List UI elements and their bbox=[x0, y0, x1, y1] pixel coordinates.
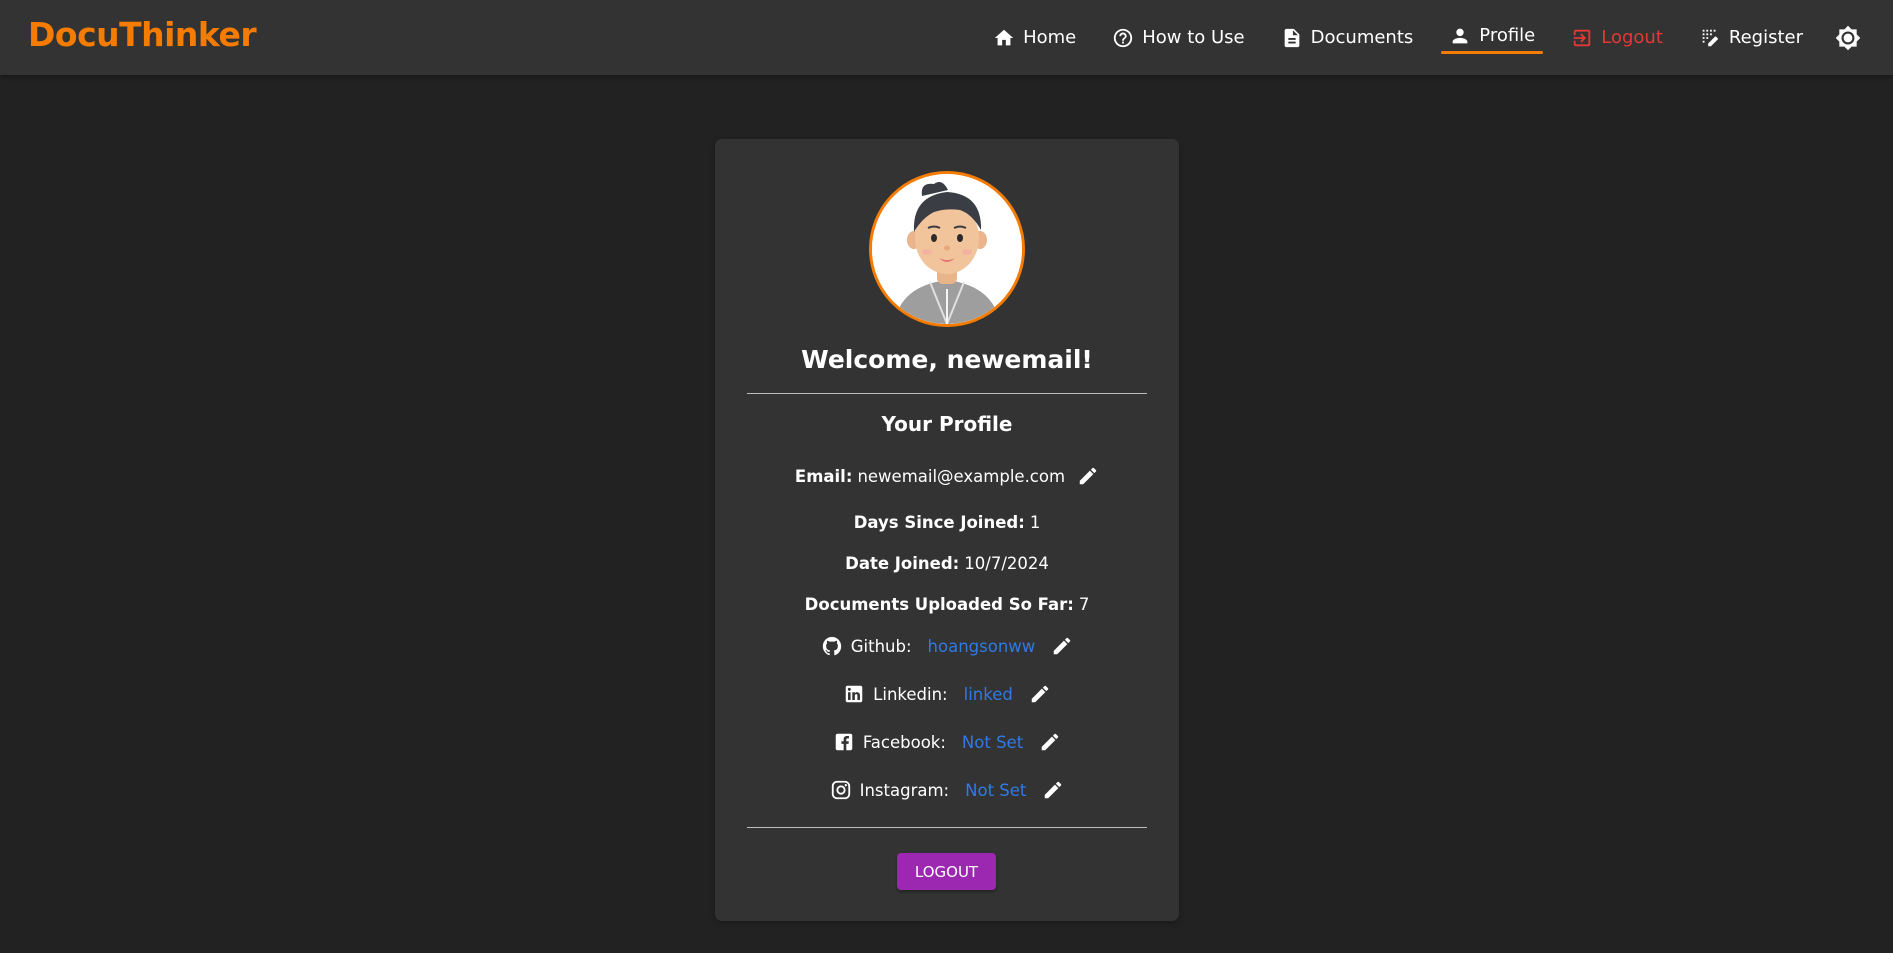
nav-logout-label: Logout bbox=[1601, 27, 1663, 48]
help-circle-icon bbox=[1112, 27, 1134, 49]
facebook-icon bbox=[833, 731, 855, 753]
register-icon bbox=[1699, 27, 1721, 49]
date-joined-row: Date Joined: 10/7/2024 bbox=[715, 554, 1179, 573]
avatar-illustration bbox=[872, 174, 1022, 324]
nav-documents[interactable]: Documents bbox=[1263, 0, 1432, 75]
nav-home[interactable]: Home bbox=[975, 0, 1094, 75]
email-row: Email: newemail@example.com bbox=[715, 465, 1179, 487]
days-since-joined-label: Days Since Joined: bbox=[853, 513, 1025, 532]
nav-profile-label: Profile bbox=[1479, 25, 1536, 46]
instagram-icon bbox=[830, 779, 852, 801]
nav-documents-label: Documents bbox=[1310, 27, 1414, 48]
divider-top bbox=[747, 393, 1147, 394]
person-icon bbox=[1449, 25, 1471, 47]
top-navigation-bar: DocuThinker Home How to Use Documents Pr… bbox=[0, 0, 1893, 75]
instagram-label: Instagram: bbox=[859, 780, 950, 800]
logout-icon bbox=[1571, 27, 1593, 49]
profile-section-title: Your Profile bbox=[881, 412, 1013, 436]
edit-instagram-pencil-icon[interactable] bbox=[1042, 779, 1064, 801]
divider-bottom bbox=[747, 827, 1147, 828]
linkedin-link[interactable]: linked bbox=[964, 685, 1013, 704]
github-row: Github: hoangsonww bbox=[715, 635, 1179, 657]
home-icon bbox=[993, 27, 1015, 49]
profile-card: Welcome, newemail! Your Profile Email: n… bbox=[715, 139, 1179, 921]
github-link[interactable]: hoangsonww bbox=[928, 637, 1036, 656]
facebook-link[interactable]: Not Set bbox=[962, 733, 1023, 752]
linkedin-row: Linkedin: linked bbox=[715, 683, 1179, 705]
documents-uploaded-value: 7 bbox=[1078, 595, 1090, 614]
linkedin-icon bbox=[843, 683, 865, 705]
brand-logo[interactable]: DocuThinker bbox=[28, 15, 257, 54]
nav-profile[interactable]: Profile bbox=[1431, 0, 1553, 75]
edit-email-pencil-icon[interactable] bbox=[1077, 465, 1099, 487]
avatar bbox=[869, 171, 1025, 327]
logout-button[interactable]: LOGOUT bbox=[897, 853, 996, 890]
nav-how-to-use-label: How to Use bbox=[1142, 27, 1245, 48]
nav-how-to-use[interactable]: How to Use bbox=[1094, 0, 1262, 75]
facebook-label: Facebook: bbox=[862, 732, 946, 752]
days-since-joined-value: 1 bbox=[1029, 513, 1041, 532]
nav-register-label: Register bbox=[1728, 27, 1803, 48]
nav-menu: Home How to Use Documents Profile Logout bbox=[975, 0, 1893, 75]
github-label: Github: bbox=[850, 636, 912, 656]
edit-github-pencil-icon[interactable] bbox=[1051, 635, 1073, 657]
welcome-heading: Welcome, newemail! bbox=[801, 345, 1093, 374]
date-joined-value: 10/7/2024 bbox=[964, 554, 1049, 573]
nav-logout[interactable]: Logout bbox=[1553, 0, 1681, 75]
document-icon bbox=[1281, 27, 1303, 49]
facebook-row: Facebook: Not Set bbox=[715, 731, 1179, 753]
theme-toggle-button[interactable] bbox=[1821, 0, 1893, 75]
linkedin-label: Linkedin: bbox=[873, 684, 948, 704]
nav-register[interactable]: Register bbox=[1681, 0, 1821, 75]
edit-linkedin-pencil-icon[interactable] bbox=[1029, 683, 1051, 705]
documents-uploaded-label: Documents Uploaded So Far: bbox=[804, 595, 1074, 614]
date-joined-label: Date Joined: bbox=[845, 554, 960, 573]
nav-home-label: Home bbox=[1023, 27, 1077, 48]
edit-facebook-pencil-icon[interactable] bbox=[1039, 731, 1061, 753]
days-since-joined-row: Days Since Joined: 1 bbox=[715, 513, 1179, 532]
instagram-row: Instagram: Not Set bbox=[715, 779, 1179, 801]
email-value: newemail@example.com bbox=[857, 466, 1066, 486]
email-label: Email: bbox=[794, 466, 853, 486]
instagram-link[interactable]: Not Set bbox=[965, 781, 1026, 800]
github-icon bbox=[821, 635, 843, 657]
documents-uploaded-row: Documents Uploaded So Far: 7 bbox=[715, 595, 1179, 614]
brightness-icon bbox=[1835, 25, 1861, 51]
